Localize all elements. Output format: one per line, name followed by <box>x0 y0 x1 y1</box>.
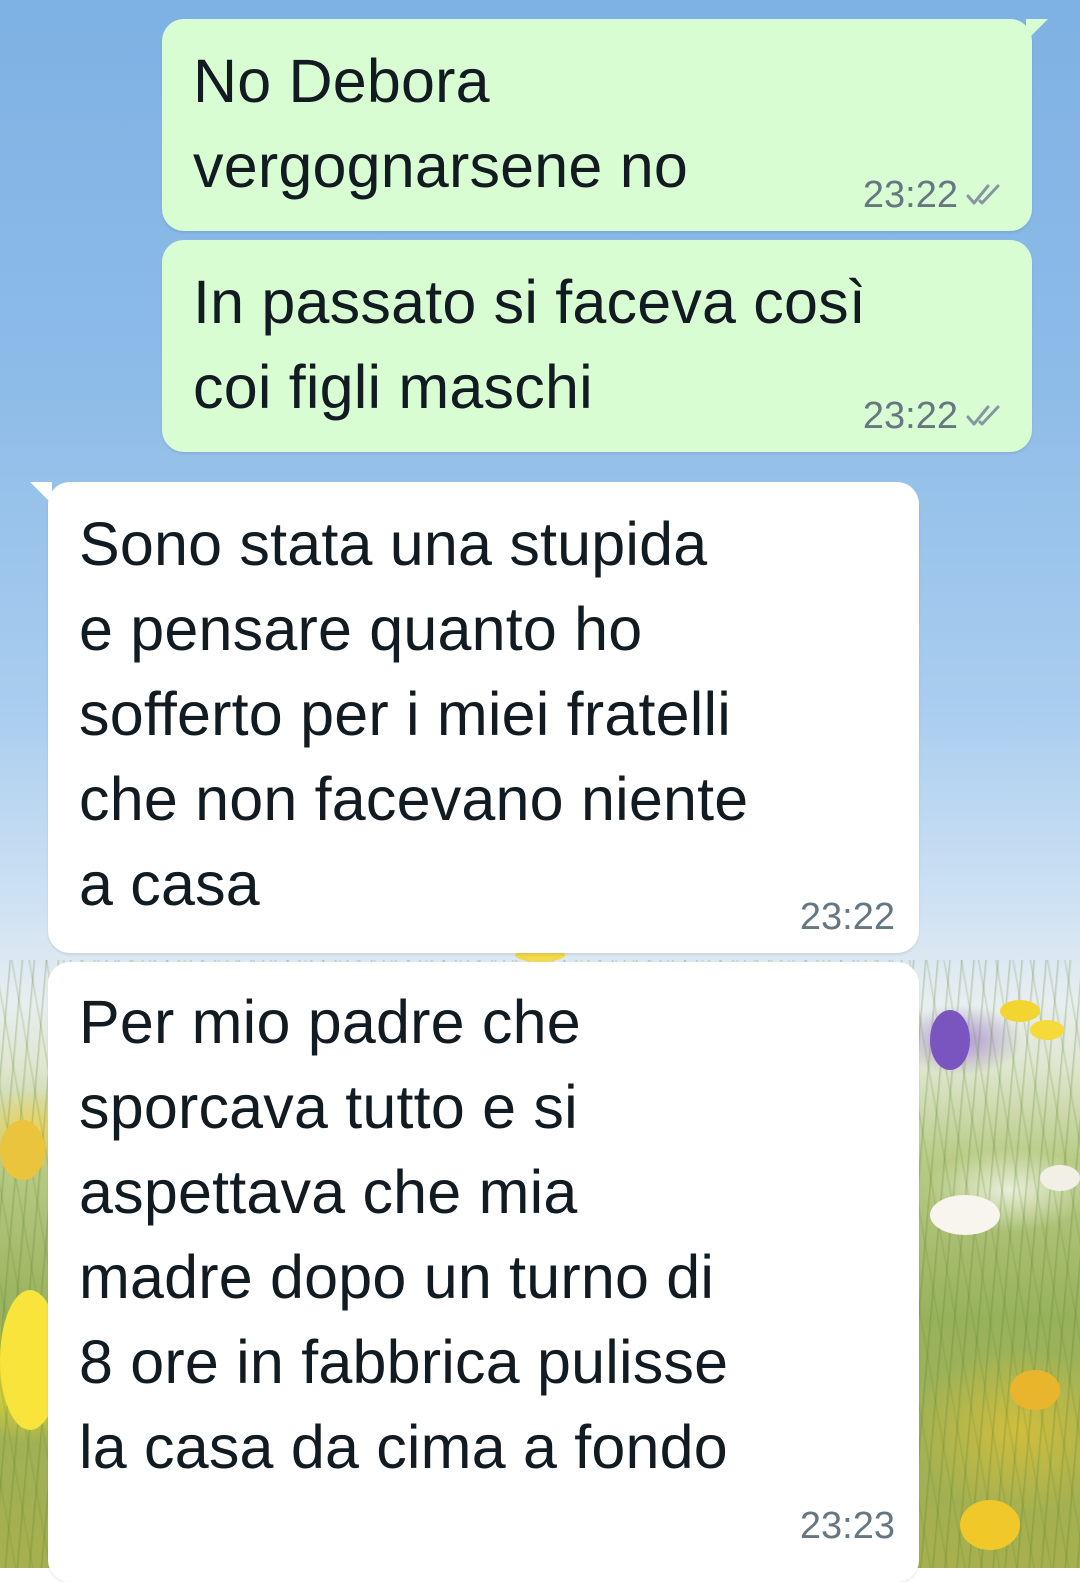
incoming-message-bubble[interactable]: Per mio padre che sporcava tutto e si as… <box>48 962 919 1582</box>
message-meta: 23:22 <box>863 394 1008 438</box>
message-text: Sono stata una stupida e pensare quanto … <box>79 510 749 918</box>
message-time: 23:22 <box>799 896 895 938</box>
message-time: 23:22 <box>862 395 958 437</box>
message-time: 23:22 <box>862 174 958 216</box>
incoming-message-bubble[interactable]: Sono stata una stupida e pensare quanto … <box>30 482 919 953</box>
outgoing-message-bubble[interactable]: No Debora vergognarsene no 23:22 <box>162 19 1048 231</box>
outgoing-message-bubble[interactable]: In passato si faceva così coi figli masc… <box>162 240 1032 452</box>
message-time: 23:23 <box>799 1505 895 1547</box>
message-meta: 23:22 <box>863 173 1008 217</box>
bubble-tail <box>30 482 52 504</box>
bubble-tail <box>1026 19 1048 41</box>
message-meta: 23:22 <box>800 895 895 939</box>
message-text: No Debora vergognarsene no <box>193 47 688 200</box>
message-meta: 23:23 <box>800 1504 895 1548</box>
double-check-icon <box>964 182 1008 208</box>
message-text: In passato si faceva così coi figli masc… <box>193 268 866 421</box>
double-check-icon <box>964 403 1008 429</box>
message-text: Per mio padre che sporcava tutto e si as… <box>79 988 729 1481</box>
chat-message-list[interactable]: No Debora vergognarsene no 23:22 In pass… <box>0 0 1080 1582</box>
